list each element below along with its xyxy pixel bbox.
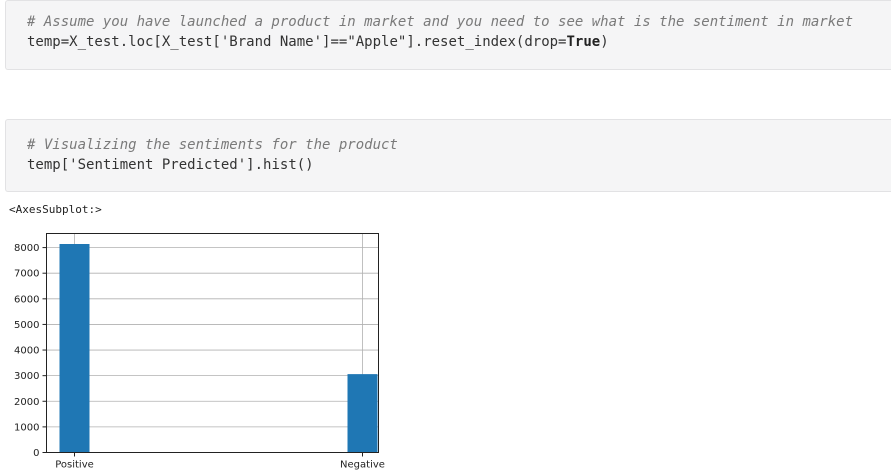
histogram-chart: 0 1000 2000 3000 4000 5000 6000 7000 8000 Positiv… [14,233,385,471]
y-tick-label: 6000 [14,294,39,305]
x-tick-label: Positive [55,460,94,471]
grid-layer [46,233,379,453]
y-tick-label: 4000 [14,346,39,357]
y-tick-label: 2000 [14,397,39,408]
code-cell-1[interactable]: # Assume you have launched a product in … [5,0,891,70]
bar-negative [347,374,378,453]
code-comment: # Visualizing the sentiments for the pro… [27,137,398,153]
y-tick-label: 0 [33,448,39,459]
bar-positive [59,244,90,453]
code-string: 'Sentiment Predicted' [69,157,247,173]
code-token: temp[ [27,157,70,173]
y-tick-label: 5000 [14,320,39,331]
code-line: temp['Sentiment Predicted'].hist() [27,156,314,174]
plot-frame [46,233,379,453]
code-cell-2[interactable]: # Visualizing the sentiments for the pro… [5,119,891,192]
code-token: ].reset_index(drop= [406,34,567,50]
code-comment: # Assume you have launched a product in … [27,14,854,30]
y-tick-label: 8000 [14,243,39,254]
code-keyword: True [566,34,601,50]
code-string: "Apple" [347,34,407,50]
code-string: 'Brand Name' [220,34,323,50]
y-tick-label: 1000 [14,422,39,433]
code-token: temp=X_test.loc[X_test[ [27,34,221,50]
code-token: ]== [322,34,348,50]
code-token: ) [600,34,609,50]
code-token: () [296,157,314,173]
output-repr: <AxesSubplot:> [9,203,102,216]
code-function: hist [263,157,297,173]
code-line: temp=X_test.loc[X_test['Brand Name']=="A… [27,33,609,51]
y-tick-label: 7000 [14,269,39,280]
y-tick-label: 3000 [14,371,39,382]
bars-layer [59,244,378,453]
x-tick-label: Negative [340,460,385,471]
code-token: ]. [246,157,264,173]
